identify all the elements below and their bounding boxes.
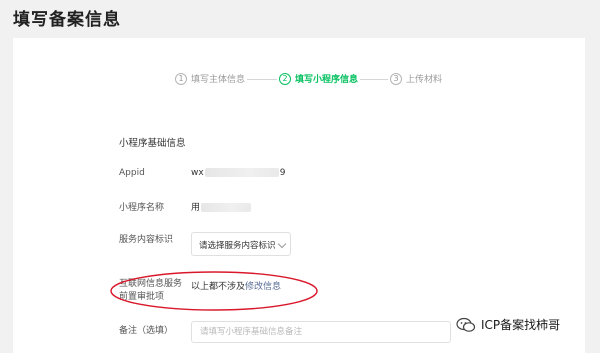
step-3-label: 上传材料 — [406, 75, 443, 85]
step-2-label: 填写小程序信息 — [295, 75, 359, 85]
app-name-value: 用 — [191, 200, 252, 213]
stepper: 1 填写主体信息 2 填写小程序信息 3 上传材料 — [13, 72, 585, 88]
form-card: 1 填写主体信息 2 填写小程序信息 3 上传材料 小程序基础信息 Appid … — [13, 38, 585, 353]
step-2[interactable]: 2 填写小程序信息 — [279, 72, 358, 85]
service-tag-label: 服务内容标识 — [119, 235, 174, 245]
section-title: 小程序基础信息 — [119, 138, 186, 149]
step-1-label: 填写主体信息 — [191, 75, 246, 85]
pre-approval-value: 以上都不涉及 — [191, 282, 246, 292]
edit-info-link[interactable]: 修改信息 — [245, 279, 281, 292]
app-name-label: 小程序名称 — [119, 203, 165, 213]
step-1[interactable]: 1 填写主体信息 — [175, 72, 245, 85]
chevron-down-icon — [277, 239, 287, 249]
redacted-blur — [204, 168, 279, 177]
pre-approval-label: 互联网信息服务 前置审批项 — [119, 278, 182, 304]
redacted-blur — [201, 203, 252, 212]
remark-input[interactable] — [191, 321, 451, 343]
service-tag-select[interactable]: 请选择服务内容标识 — [191, 232, 291, 256]
appid-label: Appid — [119, 168, 145, 178]
pre-approval-label-line2: 前置审批项 — [119, 292, 165, 302]
remark-label: 备注（选填） — [119, 326, 174, 336]
wechat-icon — [456, 317, 476, 332]
appid-prefix: wx — [191, 168, 204, 178]
step-1-number: 1 — [175, 72, 187, 85]
page-title: 填写备案信息 — [13, 10, 121, 30]
step-2-number: 2 — [279, 72, 291, 85]
step-connector — [360, 79, 388, 80]
step-3-number: 3 — [390, 72, 402, 85]
step-3[interactable]: 3 上传材料 — [390, 72, 442, 85]
pre-approval-label-line1: 互联网信息服务 — [119, 279, 183, 289]
appid-value: wx 9 — [191, 168, 285, 178]
watermark-text: ICP备案找柿哥 — [481, 318, 561, 332]
service-tag-placeholder: 请选择服务内容标识 — [199, 241, 276, 251]
watermark: ICP备案找柿哥 — [456, 316, 560, 333]
appid-suffix: 9 — [279, 168, 286, 178]
app-name-prefix: 用 — [191, 203, 201, 213]
step-connector — [247, 79, 277, 80]
